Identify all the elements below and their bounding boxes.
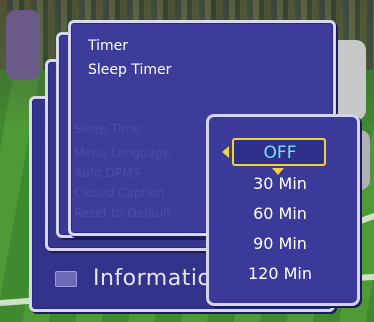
option-90-min[interactable]: 90 Min [206,234,354,253]
menu-item-closed-caption[interactable]: Closed Caption [74,186,164,200]
menu-title-timer: Timer [88,38,129,54]
menu-item-sleep-time[interactable]: Sleep Time [74,122,141,136]
menu-subtitle-sleep-timer: Sleep Timer [88,62,172,78]
player-figure [6,10,40,80]
information-row[interactable]: Informatio [55,266,211,291]
menu-item-auto-dpms[interactable]: Auto DPMS [74,166,140,180]
information-label: Informatio [93,266,212,291]
option-30-min[interactable]: 30 Min [206,174,354,193]
menu-item-reset-default[interactable]: Reset to Default [74,206,171,220]
option-60-min[interactable]: 60 Min [206,204,354,223]
information-icon [55,270,77,287]
option-120-min[interactable]: 120 Min [206,264,354,283]
option-off[interactable]: OFF [206,143,354,163]
menu-item-menu-language[interactable]: Menu Language [74,146,170,160]
